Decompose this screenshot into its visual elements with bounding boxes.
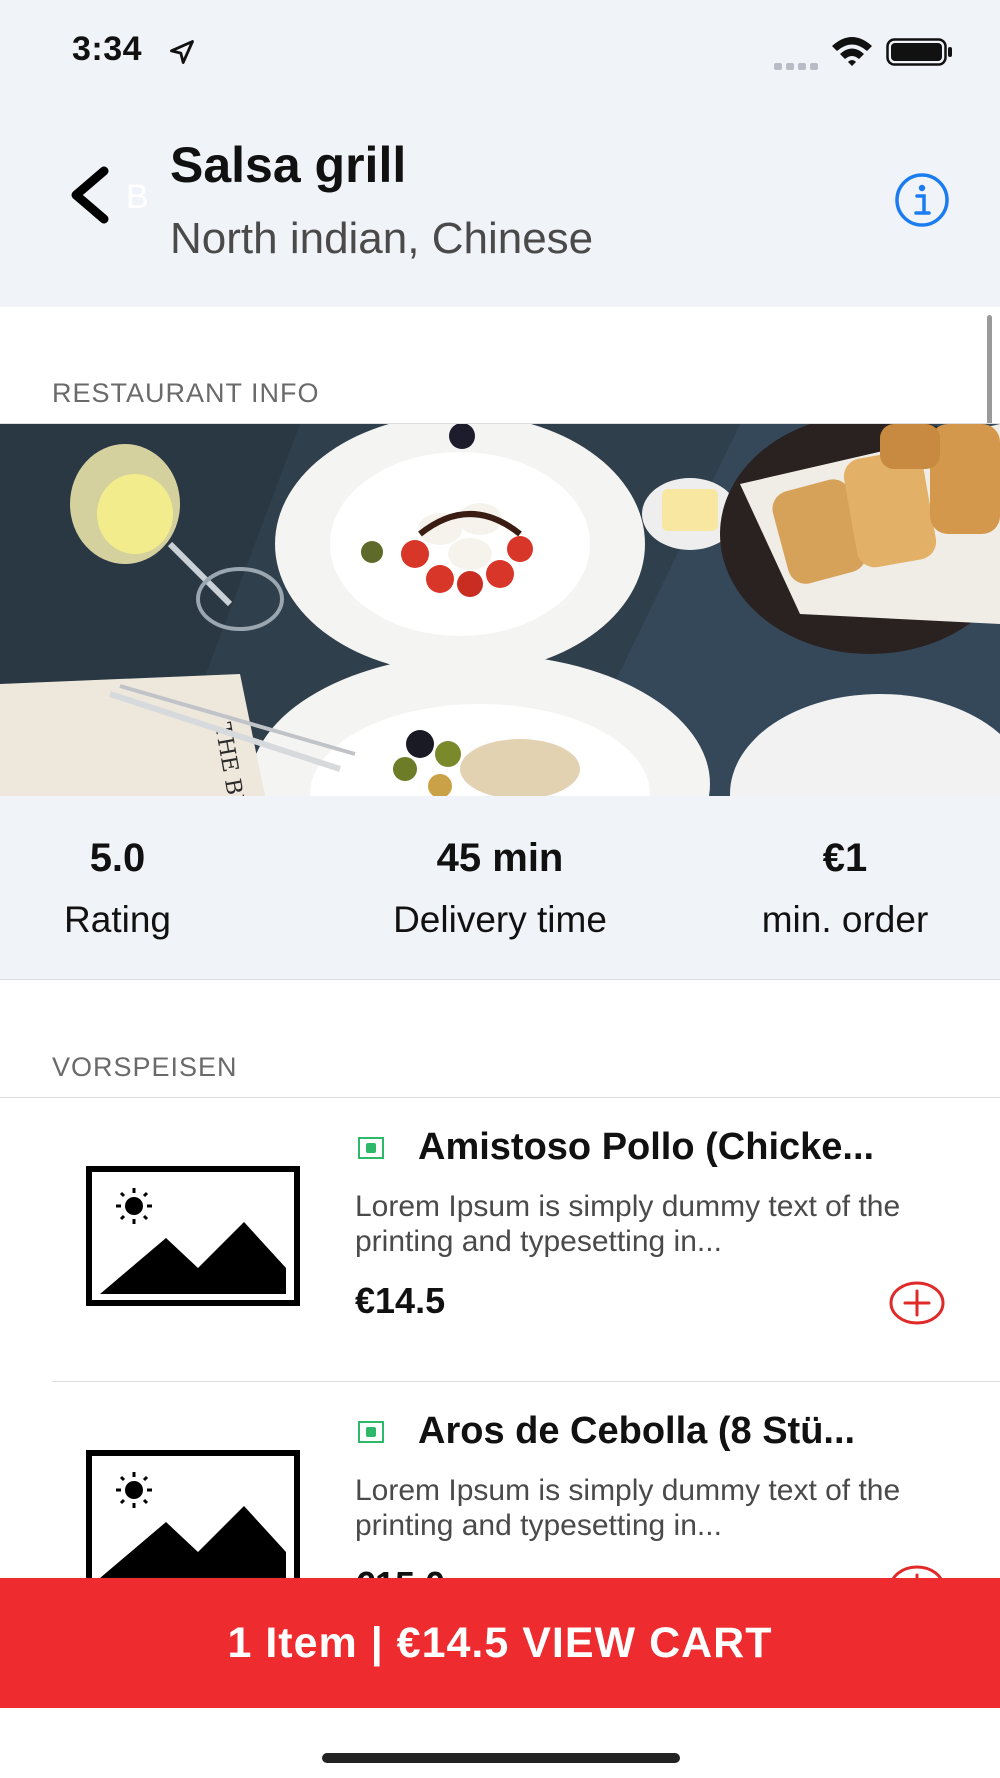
stat-rating-label: Rating bbox=[64, 899, 171, 940]
status-time: 3:34 bbox=[72, 30, 143, 68]
wifi-icon bbox=[832, 37, 872, 66]
image-placeholder-icon bbox=[86, 1450, 300, 1590]
image-placeholder-icon bbox=[86, 1166, 300, 1306]
stat-min-order-label: min. order bbox=[761, 899, 929, 940]
restaurant-cuisines: North indian, Chinese bbox=[170, 214, 594, 263]
battery-icon bbox=[886, 38, 952, 66]
restaurant-title: Salsa grill bbox=[170, 137, 407, 193]
restaurant-hero-image: THE BITE bbox=[0, 424, 1000, 796]
menu-item-name: Aros de Cebolla (8 Stü... bbox=[418, 1410, 856, 1452]
view-cart-button[interactable]: 1 Item | €14.5 VIEW CART bbox=[0, 1578, 1000, 1708]
location-arrow-icon bbox=[170, 40, 194, 64]
add-circle-icon[interactable] bbox=[888, 1280, 946, 1326]
menu-item-description: Lorem Ipsum is simply dummy text of the … bbox=[355, 1190, 901, 1258]
info-icon[interactable] bbox=[892, 170, 952, 230]
home-indicator[interactable] bbox=[322, 1753, 680, 1763]
stat-min-order: €1 min. order bbox=[730, 836, 960, 941]
stat-rating: 5.0 Rating bbox=[30, 836, 205, 941]
stat-delivery-time-value: 45 min bbox=[436, 836, 564, 880]
stat-min-order-value: €1 bbox=[822, 836, 868, 880]
restaurant-stats: 5.0 Rating 45 min Delivery time €1 min. … bbox=[0, 796, 1000, 980]
stat-rating-value: 5.0 bbox=[89, 836, 146, 880]
section-header-restaurant-info: RESTAURANT INFO bbox=[52, 378, 320, 408]
menu-item[interactable]: Amistoso Pollo (Chicke... Lorem Ipsum is… bbox=[0, 1098, 1000, 1382]
menu-item-description: Lorem Ipsum is simply dummy text of the … bbox=[355, 1474, 901, 1542]
veg-indicator-icon bbox=[358, 1137, 384, 1159]
back-button-label[interactable]: B bbox=[126, 178, 149, 217]
header-bar: 3:34 B Salsa grill North indian, Chinese bbox=[0, 0, 1000, 307]
stat-delivery-time-label: Delivery time bbox=[393, 899, 607, 940]
veg-indicator-icon bbox=[358, 1421, 384, 1443]
menu-item-name: Amistoso Pollo (Chicke... bbox=[418, 1126, 875, 1168]
section-header-menu-category: VORSPEISEN bbox=[52, 1052, 238, 1082]
signal-icon bbox=[774, 57, 822, 75]
stat-delivery-time: 45 min Delivery time bbox=[360, 836, 640, 941]
menu-item-price: €14.5 bbox=[355, 1280, 446, 1321]
